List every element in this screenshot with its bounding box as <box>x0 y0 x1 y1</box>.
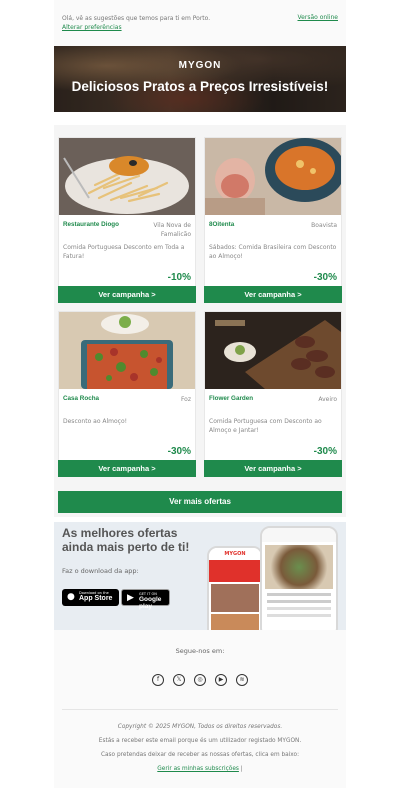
online-version-link[interactable]: Versão online <box>298 14 338 21</box>
apple-icon: ● <box>67 592 75 602</box>
unsubscribe-prompt: Caso pretendas deixar de receber as noss… <box>100 752 300 758</box>
facebook-icon[interactable]: f <box>152 674 164 686</box>
subscription-reason: Estás a receber este email porque és um … <box>98 738 302 744</box>
offer-image[interactable] <box>59 138 195 215</box>
manage-subscriptions-link[interactable]: Gerir as minhas subscrições <box>157 766 239 772</box>
view-campaign-button[interactable]: Ver campanha > <box>58 460 196 477</box>
app-promo-headline: As melhores ofertas ainda mais perto de … <box>62 526 190 554</box>
hero-headline: Deliciosos Pratos a Preços Irresistíveis… <box>71 79 329 94</box>
offer-card: Restaurante Diogo Vila Nova de Famalicão… <box>58 137 196 303</box>
footer-separator: | <box>240 766 243 772</box>
restaurant-name[interactable]: 8Oitenta <box>209 221 234 228</box>
offer-description: Comida Portuguesa com Desconto ao Almoço… <box>209 418 322 434</box>
offer-image[interactable] <box>205 138 341 215</box>
app-store-badge[interactable]: ● Download on the App Store <box>62 589 119 606</box>
offer-image[interactable] <box>59 312 195 389</box>
restaurant-location: Foz <box>180 396 191 403</box>
preheader: Olá, vê as sugestões que temos para ti e… <box>54 0 346 46</box>
restaurant-location: Vila Nova de Famalicão <box>153 222 191 238</box>
instagram-icon[interactable]: ◎ <box>194 674 206 686</box>
offer-card: Casa Rocha Foz Desconto ao Almoço! -30% … <box>58 311 196 477</box>
email-container: Olá, vê as sugestões que temos para ti e… <box>54 0 346 788</box>
mygon-logo: MYGON <box>178 60 222 71</box>
discount-label: -10% <box>167 272 191 283</box>
phone-mockup-back: MYGON <box>207 546 263 630</box>
rss-icon[interactable]: ≋ <box>236 674 248 686</box>
googleplay-big-text: Google play <box>139 596 162 610</box>
restaurant-name[interactable]: Casa Rocha <box>63 395 99 402</box>
manage-subscriptions: Gerir as minhas subscrições | <box>54 766 346 772</box>
discount-label: -30% <box>313 272 337 283</box>
offers-grid: Restaurante Diogo Vila Nova de Famalicão… <box>54 125 346 517</box>
social-icons: f 𝕏 ◎ ▶ ≋ <box>54 674 346 686</box>
google-play-badge[interactable]: ▶ GET IT ON Google play <box>121 589 170 610</box>
hero-banner: MYGON Deliciosos Pratos a Preços Irresis… <box>54 46 346 112</box>
copyright-text: Copyright © 2025 MYGON, Todos os direito… <box>117 724 283 730</box>
offer-description: Comida Portuguesa Desconto em Toda a Fat… <box>63 244 185 260</box>
x-icon[interactable]: 𝕏 <box>173 674 185 686</box>
restaurant-location: Boavista <box>311 222 337 229</box>
download-text: Faz o download da app: <box>62 567 139 575</box>
offer-image[interactable] <box>205 312 341 389</box>
discount-label: -30% <box>167 446 191 457</box>
restaurant-location: Aveiro <box>318 396 337 403</box>
restaurant-name[interactable]: Flower Garden <box>209 395 253 402</box>
footer: Segue-nos em: f 𝕏 ◎ ▶ ≋ Copyright © 2025… <box>54 630 346 788</box>
app-promo: As melhores ofertas ainda mais perto de … <box>54 522 346 630</box>
offer-description: Sábados: Comida Brasileira com Desconto … <box>209 244 337 260</box>
restaurant-name[interactable]: Restaurante Diogo <box>63 221 119 228</box>
view-campaign-button[interactable]: Ver campanha > <box>204 286 342 303</box>
offer-description: Desconto ao Almoço! <box>63 418 128 425</box>
offer-card: Flower Garden Aveiro Comida Portuguesa c… <box>204 311 342 477</box>
preferences-link[interactable]: Alterar preferências <box>62 24 122 31</box>
offer-card: 8Oitenta Boavista Sábados: Comida Brasil… <box>204 137 342 303</box>
preheader-intro: Olá, vê as sugestões que temos para ti e… <box>62 14 232 32</box>
view-campaign-button[interactable]: Ver campanha > <box>58 286 196 303</box>
footer-divider <box>62 709 338 710</box>
follow-text: Segue-nos em: <box>175 647 225 655</box>
more-offers-button[interactable]: Ver mais ofertas <box>58 491 342 513</box>
preheader-intro-text: Olá, vê as sugestões que temos para ti e… <box>62 15 211 22</box>
phone-mockup-front <box>260 526 338 630</box>
appstore-big-text: App Store <box>79 595 113 602</box>
play-icon: ▶ <box>127 593 134 603</box>
discount-label: -30% <box>313 446 337 457</box>
youtube-icon[interactable]: ▶ <box>215 674 227 686</box>
view-campaign-button[interactable]: Ver campanha > <box>204 460 342 477</box>
